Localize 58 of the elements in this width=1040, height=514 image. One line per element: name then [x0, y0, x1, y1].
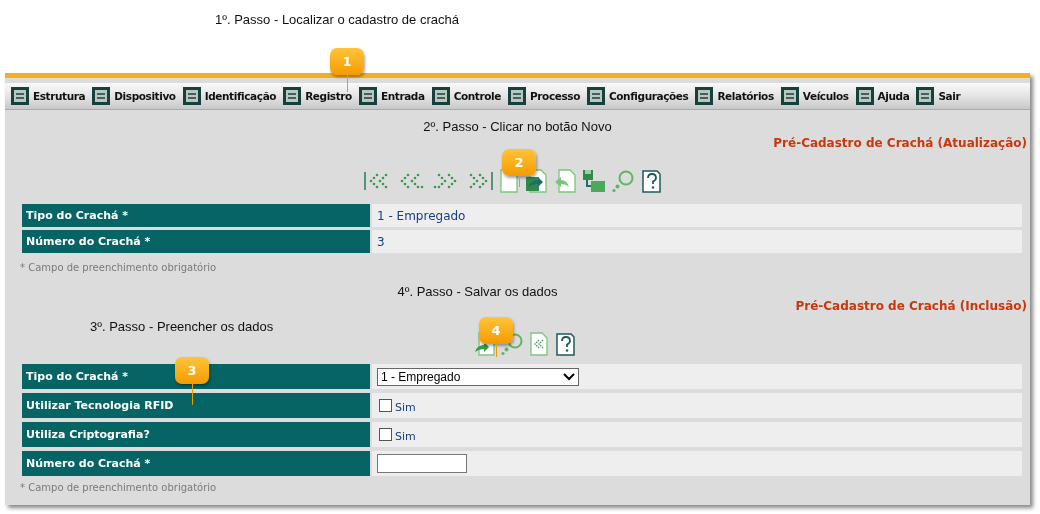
menu-item[interactable]: Estrutura: [33, 90, 86, 102]
help-icon[interactable]: [554, 332, 576, 356]
leader-line: [346, 75, 348, 92]
menu-icon[interactable]: [283, 87, 302, 105]
menu-item[interactable]: Identificação: [204, 90, 277, 102]
menu-icon[interactable]: [586, 87, 605, 105]
help-icon[interactable]: [640, 169, 662, 193]
menu-item[interactable]: Controle: [453, 90, 501, 102]
menu-icon[interactable]: [855, 87, 874, 105]
dropdown-field[interactable]: 1 - Empregado: [377, 367, 579, 386]
required-note: * Campo de preenchimento obrigatório: [19, 481, 217, 493]
field-label: Número do Crachá *: [22, 451, 370, 476]
menu-icon[interactable]: [508, 87, 526, 105]
menu-item[interactable]: Entrada: [380, 90, 425, 102]
section-title: Pré-Cadastro de Crachá (Atualização): [773, 136, 1027, 150]
menu-icon[interactable]: [431, 87, 450, 105]
checkbox[interactable]: [379, 428, 392, 441]
checkbox-label[interactable]: Sim: [395, 426, 416, 443]
menu-item[interactable]: Configurações: [608, 90, 689, 102]
menu-item[interactable]: Sair: [938, 90, 961, 102]
menu-item[interactable]: Ajuda: [877, 90, 910, 102]
step-number-badge: 4: [479, 317, 513, 344]
menu-item[interactable]: Processo: [530, 90, 580, 102]
step-caption: 3º. Passo - Preencher os dados: [89, 318, 274, 334]
required-note: * Campo de preenchimento obrigatório: [19, 261, 217, 273]
leader-line: [495, 344, 497, 357]
page-arrow-icon[interactable]: [524, 169, 548, 193]
checkbox-label[interactable]: Sim: [395, 397, 416, 414]
step-caption: 1º. Passo - Localizar o cadastro de crachá: [215, 12, 459, 27]
field-value: 3: [377, 234, 385, 249]
input-field[interactable]: [377, 454, 467, 473]
menu-icon[interactable]: [182, 87, 201, 105]
floppy-transfer-icon[interactable]: [582, 169, 606, 193]
step-number-badge: 1: [330, 48, 364, 75]
menu-item[interactable]: Relatórios: [717, 90, 774, 102]
menu-icon[interactable]: [695, 87, 714, 105]
step-number-badge: 2: [502, 149, 536, 176]
menu-icon[interactable]: [11, 87, 29, 105]
menu-item[interactable]: Registro: [305, 90, 352, 102]
menu-icon[interactable]: [92, 87, 111, 105]
leader-line: [518, 176, 520, 187]
section-title: Pré-Cadastro de Crachá (Inclusão): [795, 299, 1028, 313]
leader-line: [191, 384, 193, 405]
field-label: Tipo do Crachá *: [22, 204, 370, 227]
field-label: Utiliza Criptografia?: [22, 422, 370, 447]
menu-item[interactable]: Veículos: [802, 90, 849, 102]
step-caption: 2º. Passo - Clicar no botão Novo: [423, 119, 612, 134]
chevron-down-icon: [563, 372, 575, 381]
menu-icon[interactable]: [358, 87, 377, 105]
menu-icon[interactable]: [916, 87, 935, 105]
field-label: Número do Crachá *: [22, 230, 370, 253]
menu-icon[interactable]: [780, 87, 799, 105]
step-caption: 4º. Passo - Salvar os dados: [397, 284, 558, 299]
field-value: 1 - Empregado: [377, 208, 466, 223]
menu-item[interactable]: Dispositivo: [114, 90, 176, 102]
step-number-badge: 3: [175, 357, 209, 384]
field-label: Utilizar Tecnologia RFID: [22, 393, 370, 418]
checkbox[interactable]: [379, 399, 392, 412]
